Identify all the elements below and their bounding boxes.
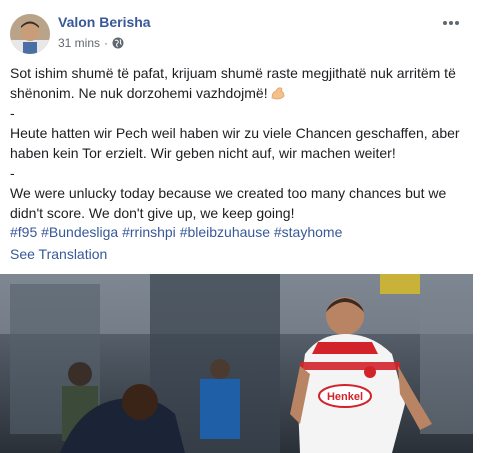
post-text: Sot ishim shumë të pafat, krijuam shumë … [10, 63, 470, 223]
author-name[interactable]: Valon Berisha [58, 14, 151, 30]
avatar-image [10, 14, 50, 54]
more-options-icon[interactable] [441, 16, 461, 30]
post-text-english: We were unlucky today because we created… [10, 185, 451, 221]
post-text-german: Heute hatten wir Pech weil haben wir zu … [10, 125, 464, 161]
hashtag-link[interactable]: #f95 [10, 224, 37, 240]
hashtag-list: #f95 #Bundesliga #rrinshpi #bleibzuhause… [10, 222, 342, 242]
jersey-sponsor-text: Henkel [327, 391, 363, 403]
post-meta: 31 mins · [58, 36, 124, 50]
post-text-albanian: Sot ishim shumë të pafat, krijuam shumë … [10, 65, 460, 101]
globe-icon[interactable] [112, 37, 124, 49]
meta-separator: · [104, 36, 109, 50]
facebook-post: Valon Berisha 31 mins · Sot ishim shumë … [0, 0, 481, 453]
hashtag-link[interactable]: #bleibzuhause [180, 224, 270, 240]
football-match-image: Henkel [0, 274, 473, 453]
hashtag-link[interactable]: #rrinshpi [122, 224, 176, 240]
post-timestamp[interactable]: 31 mins [58, 36, 100, 50]
text-separator: - [10, 165, 15, 181]
hashtag-link[interactable]: #Bundesliga [41, 224, 118, 240]
text-separator: - [10, 105, 15, 121]
hashtag-link[interactable]: #stayhome [274, 224, 342, 240]
see-translation-link[interactable]: See Translation [10, 246, 107, 262]
avatar[interactable] [10, 14, 50, 54]
post-photo[interactable]: Henkel [0, 274, 473, 453]
flexed-biceps-emoji-icon [271, 87, 284, 100]
